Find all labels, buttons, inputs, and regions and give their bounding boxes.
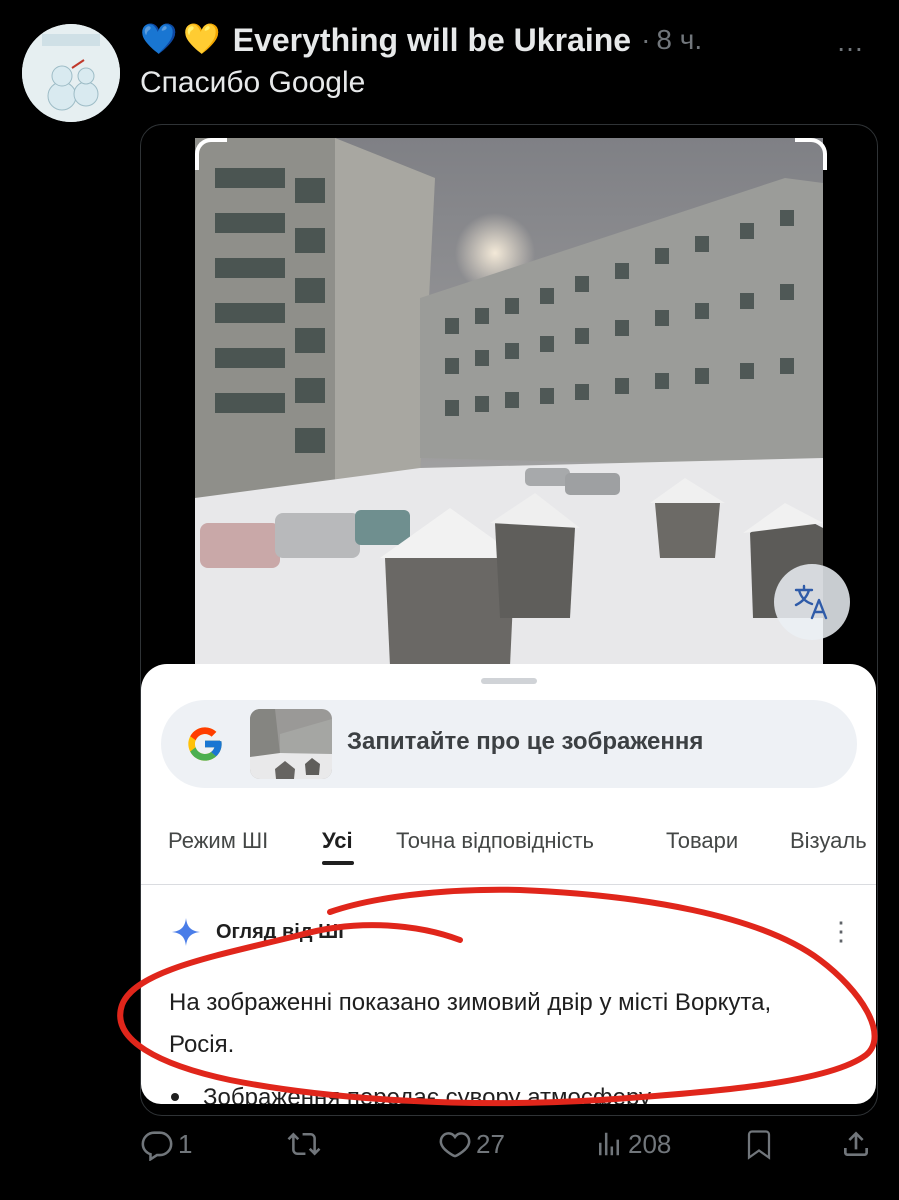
lens-photo xyxy=(195,138,823,666)
lens-corner-top-right xyxy=(795,138,827,170)
yellow-heart-emoji: 💛 xyxy=(183,23,221,56)
repost-icon xyxy=(287,1132,321,1156)
blue-heart-emoji: 💙 xyxy=(140,23,178,56)
translate-icon xyxy=(794,584,828,620)
tweet-text: Спасибо Google xyxy=(140,66,366,99)
view-count: 208 xyxy=(628,1128,672,1159)
tabs-divider xyxy=(141,884,876,885)
overview-menu-icon[interactable]: ⋮ xyxy=(828,918,854,944)
bookmark-icon xyxy=(747,1130,771,1160)
repost-button[interactable] xyxy=(286,1122,326,1166)
image-thumbnail[interactable] xyxy=(250,709,332,779)
ai-sparkle-icon xyxy=(172,918,200,946)
share-button[interactable] xyxy=(840,1122,876,1166)
views-icon xyxy=(599,1132,619,1156)
share-icon xyxy=(844,1131,868,1156)
tab-products[interactable]: Товари xyxy=(666,828,738,854)
avatar[interactable] xyxy=(22,24,120,122)
bullet-dot xyxy=(171,1092,179,1101)
like-count: 27 xyxy=(476,1128,505,1159)
reply-count: 1 xyxy=(178,1128,193,1159)
ask-about-image-placeholder: Запитайте про це зображення xyxy=(347,728,704,755)
ai-overview-bullet: Зображення передає сувору атмосферу xyxy=(167,1084,867,1104)
heart-icon xyxy=(439,1132,471,1158)
like-button[interactable]: 27 xyxy=(438,1122,505,1166)
drag-handle[interactable] xyxy=(481,678,537,684)
bullet-text: Зображення передає сувору атмосферу xyxy=(203,1084,652,1104)
tab-all[interactable]: Усі xyxy=(322,828,353,854)
lens-tabs: Режим ШІ Усі Точна відповідність Товари … xyxy=(141,824,876,884)
google-logo-icon xyxy=(188,727,222,761)
ask-about-image-bar[interactable]: Запитайте про це зображення xyxy=(161,700,857,788)
tab-exact-match[interactable]: Точна відповідність xyxy=(396,828,594,854)
ai-overview-title: Огляд від ШІ xyxy=(216,921,344,943)
tab-ai-mode[interactable]: Режим ШІ xyxy=(168,828,268,854)
active-tab-indicator xyxy=(322,861,354,865)
lens-corner-top-left xyxy=(195,138,227,170)
lens-results-sheet: Запитайте про це зображення Режим ШІ Усі… xyxy=(141,664,876,1104)
tweet-header: 💙 💛 Everything will be Ukraine · 8 ч. xyxy=(140,18,702,62)
display-name[interactable]: Everything will be Ukraine xyxy=(233,22,631,59)
reply-button[interactable]: 1 xyxy=(140,1122,192,1166)
reply-icon xyxy=(141,1131,173,1161)
ai-overview-answer: На зображенні показано зимовий двір у мі… xyxy=(169,989,772,1058)
translate-button[interactable] xyxy=(774,564,850,640)
timestamp[interactable]: 8 ч. xyxy=(656,24,702,56)
more-options-icon[interactable]: … xyxy=(836,26,876,57)
avatar-image xyxy=(22,24,120,122)
views-button[interactable]: 208 xyxy=(594,1122,671,1166)
tab-visual[interactable]: Візуаль xyxy=(790,828,867,854)
bookmark-button[interactable] xyxy=(744,1122,778,1166)
separator-dot: · xyxy=(641,24,651,55)
tweet-actions: 1 27 208 xyxy=(140,1122,880,1166)
